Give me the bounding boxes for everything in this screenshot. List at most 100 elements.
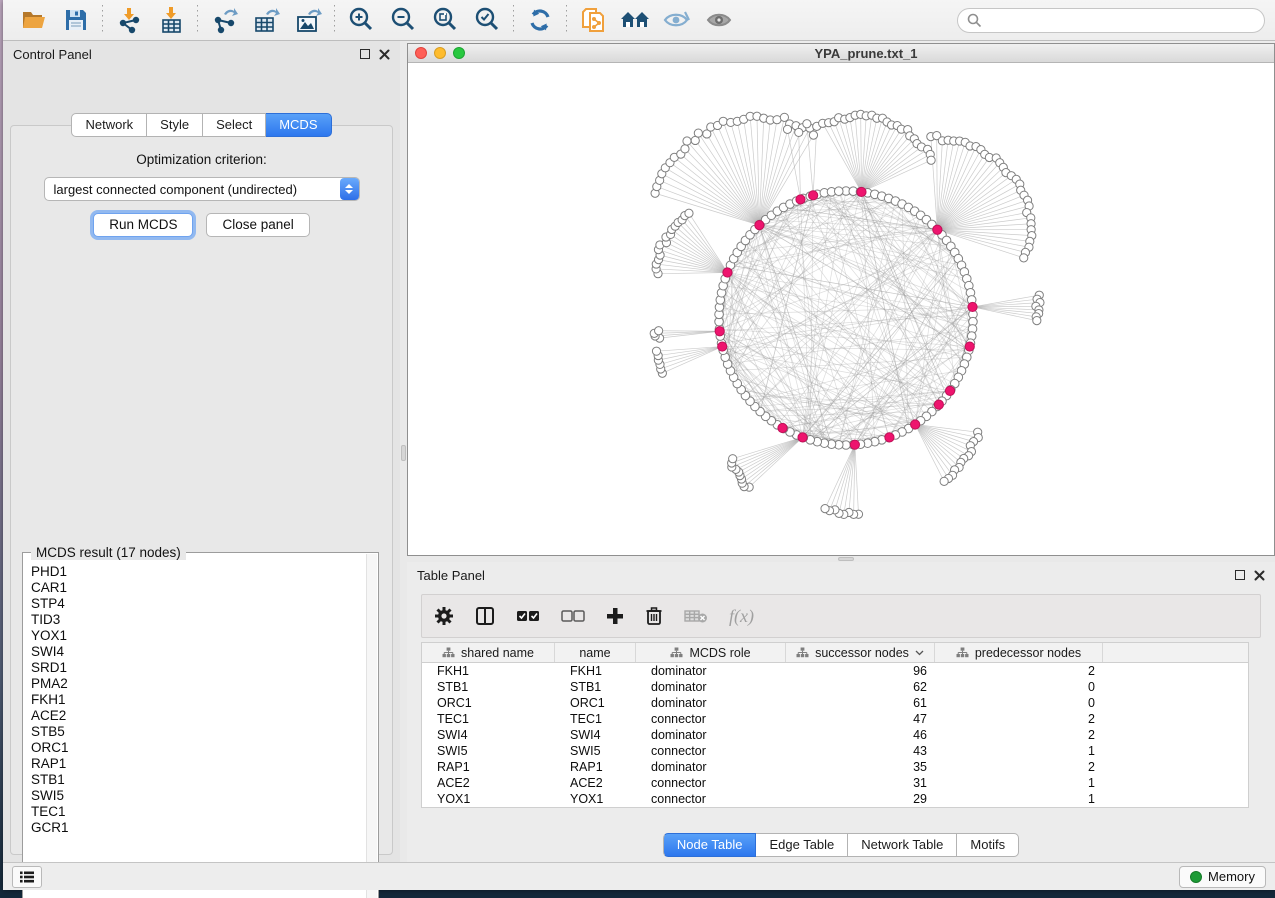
table-cell: 46 [786,727,935,743]
table-row[interactable]: PHD1PHD1dominator180 [422,807,1248,808]
delete-table-icon [684,608,708,624]
table-cell: YOX1 [555,791,636,807]
network-canvas[interactable] [408,63,1274,555]
export-table-button[interactable] [245,3,287,37]
mcds-list-scrollbar[interactable] [366,554,377,898]
zoom-in-button[interactable] [340,3,382,37]
tab-mcds[interactable]: MCDS [266,113,331,137]
close-window-button[interactable] [415,47,427,59]
zoom-fit-button[interactable] [424,3,466,37]
open-folder-icon [20,7,48,33]
tab-node-table[interactable]: Node Table [663,833,757,857]
deselect-all-button[interactable] [561,609,585,623]
table-cell: dominator [636,695,786,711]
refresh-icon [526,6,554,34]
mcds-result-item[interactable]: PMA2 [31,676,366,692]
import-network-button[interactable] [108,3,150,37]
zoom-selected-button[interactable] [466,3,508,37]
table-row[interactable]: ACE2ACE2connector311 [422,775,1248,791]
mcds-result-item[interactable]: ORC1 [31,740,366,756]
mcds-result-item[interactable]: GCR1 [31,820,366,836]
mcds-result-item[interactable]: PHD1 [31,564,366,580]
mcds-result-item[interactable]: STP4 [31,596,366,612]
mcds-result-list[interactable]: PHD1CAR1STP4TID3YOX1SWI4SRD1PMA2FKH1ACE2… [24,556,366,898]
search-field[interactable] [957,8,1265,33]
column-header-MCDS-role[interactable]: MCDS role [636,643,786,662]
vertical-splitter[interactable] [400,41,407,862]
mcds-result-item[interactable]: TEC1 [31,804,366,820]
create-column-button[interactable] [606,607,624,625]
horizontal-splitter-grip[interactable] [838,557,854,561]
table-cell: 2 [935,711,1103,727]
show-columns-button[interactable] [475,606,495,626]
zoom-out-button[interactable] [382,3,424,37]
table-row[interactable]: RAP1RAP1dominator352 [422,759,1248,775]
toolbar-separator [102,5,103,35]
run-mcds-button[interactable]: Run MCDS [93,213,193,237]
table-row[interactable]: STB1STB1dominator620 [422,679,1248,695]
mcds-result-item[interactable]: RAP1 [31,756,366,772]
close-panel-icon[interactable] [379,49,390,60]
search-input[interactable] [988,13,1255,28]
tab-edge-table[interactable]: Edge Table [756,833,848,857]
tab-motifs[interactable]: Motifs [957,833,1019,857]
close-panel-button[interactable]: Close panel [206,213,309,237]
duplicate-network-button[interactable] [572,3,614,37]
network-window-title: YPA_prune.txt_1 [468,46,1264,61]
mcds-result-item[interactable]: ACE2 [31,708,366,724]
select-all-button[interactable] [516,609,540,623]
mcds-result-item[interactable]: TID3 [31,612,366,628]
mcds-result-item[interactable]: STB1 [31,772,366,788]
float-panel-icon[interactable] [360,49,370,59]
vertical-splitter-grip[interactable] [401,445,406,461]
tab-network[interactable]: Network [71,113,147,137]
mcds-result-item[interactable]: FKH1 [31,692,366,708]
maximize-window-button[interactable] [453,47,465,59]
table-row[interactable]: SWI5SWI5connector431 [422,743,1248,759]
table-row[interactable]: YOX1YOX1connector291 [422,791,1248,807]
first-neighbors-button[interactable] [614,3,656,37]
mcds-result-item[interactable]: SWI5 [31,788,366,804]
criterion-dropdown[interactable]: largest connected component (undirected) [44,177,360,201]
table-row[interactable]: FKH1FKH1dominator962 [422,663,1248,679]
column-header-shared-name[interactable]: shared name [422,643,555,662]
open-session-button[interactable] [13,3,55,37]
tab-style[interactable]: Style [147,113,203,137]
refresh-button[interactable] [519,3,561,37]
dropdown-stepper-icon [340,178,359,200]
mcds-result-item[interactable]: STB5 [31,724,366,740]
column-header-name[interactable]: name [555,643,636,662]
import-table-button[interactable] [150,3,192,37]
column-header-predecessor-nodes[interactable]: predecessor nodes [935,643,1103,662]
close-panel-icon[interactable] [1254,570,1265,581]
memory-status-icon [1190,871,1202,883]
export-network-button[interactable] [203,3,245,37]
export-image-button[interactable] [287,3,329,37]
node-table-body: FKH1FKH1dominator962STB1STB1dominator620… [422,663,1248,808]
network-window-titlebar[interactable]: YPA_prune.txt_1 [408,44,1274,63]
column-header-successor-nodes[interactable]: successor nodes [786,643,935,662]
float-panel-icon[interactable] [1235,570,1245,580]
hide-selected-button[interactable] [656,3,698,37]
memory-button[interactable]: Memory [1179,866,1266,888]
show-all-button[interactable] [698,3,740,37]
minimize-window-button[interactable] [434,47,446,59]
mcds-result-item[interactable]: SWI4 [31,644,366,660]
mcds-result-item[interactable]: YOX1 [31,628,366,644]
save-session-button[interactable] [55,3,97,37]
mcds-tab-content: Optimization criterion: largest connecte… [10,125,393,855]
show-panels-button[interactable] [12,866,42,888]
tab-select[interactable]: Select [203,113,266,137]
table-settings-button[interactable] [434,606,454,626]
status-bar: Memory [3,862,1275,890]
tab-network-table[interactable]: Network Table [848,833,957,857]
column-label: shared name [461,646,534,660]
table-row[interactable]: ORC1ORC1dominator610 [422,695,1248,711]
table-row[interactable]: TEC1TEC1connector472 [422,711,1248,727]
table-row[interactable]: SWI4SWI4dominator462 [422,727,1248,743]
node-table: shared name nameMCDS rolesuccessor nodesp… [421,642,1249,808]
delete-column-button[interactable] [645,606,663,626]
mcds-result-item[interactable]: CAR1 [31,580,366,596]
mcds-result-item[interactable]: SRD1 [31,660,366,676]
table-toolbar: f(x) [421,594,1261,638]
